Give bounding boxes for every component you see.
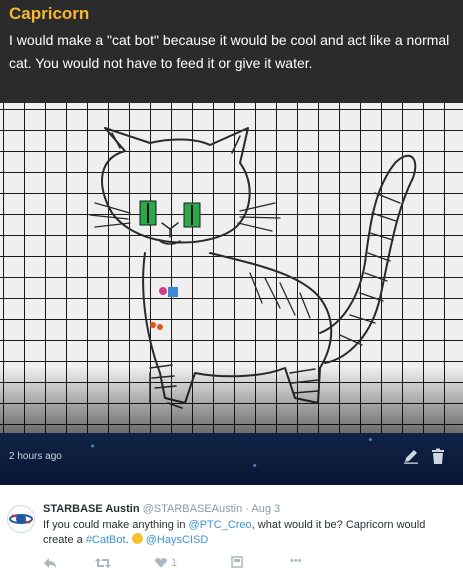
tweet-text-part: . xyxy=(125,534,132,546)
hashtag-link[interactable]: #CatBot xyxy=(86,534,126,546)
mention-link[interactable]: @PTC_Creo xyxy=(189,519,252,531)
tweet-actions: 1 ••• xyxy=(43,555,343,572)
tweet-text: If you could make anything in @PTC_Creo,… xyxy=(43,518,455,548)
caption-body: I would make a "cat bot" because it woul… xyxy=(9,32,450,71)
tweet-header: STARBASE Austin @STARBASEAustin · Aug 3 xyxy=(43,503,280,515)
tweet-date[interactable]: Aug 3 xyxy=(251,503,280,515)
retweet-icon[interactable] xyxy=(95,557,111,569)
caption-title: Capricorn xyxy=(9,4,90,23)
avatar[interactable] xyxy=(7,505,35,533)
mention-link[interactable]: @HaysCISD xyxy=(146,534,209,546)
more-icon[interactable]: ••• xyxy=(290,555,302,567)
edit-icon[interactable] xyxy=(403,448,419,464)
caption-box: Capricorn I would make a "cat bot" becau… xyxy=(0,0,463,103)
author-name[interactable]: STARBASE Austin xyxy=(43,503,140,515)
media-card: Capricorn I would make a "cat bot" becau… xyxy=(0,0,463,485)
trash-icon[interactable] xyxy=(431,448,445,464)
smiley-emoji-icon xyxy=(131,533,143,544)
photo-gradient xyxy=(0,103,463,433)
author-handle[interactable]: @STARBASEAustin xyxy=(143,503,243,515)
timestamp: 2 hours ago xyxy=(9,451,62,462)
separator: · xyxy=(245,503,249,515)
like-count: 1 xyxy=(171,557,178,569)
reply-icon[interactable] xyxy=(43,557,57,569)
media-footer: 2 hours ago xyxy=(0,440,463,470)
tweet-text-part: If you could make anything in xyxy=(43,519,189,531)
tweet[interactable]: STARBASE Austin @STARBASEAustin · Aug 3 … xyxy=(0,485,463,581)
starbase-logo-icon xyxy=(9,507,33,531)
share-icon[interactable] xyxy=(231,556,243,568)
heart-icon[interactable] xyxy=(155,557,167,568)
